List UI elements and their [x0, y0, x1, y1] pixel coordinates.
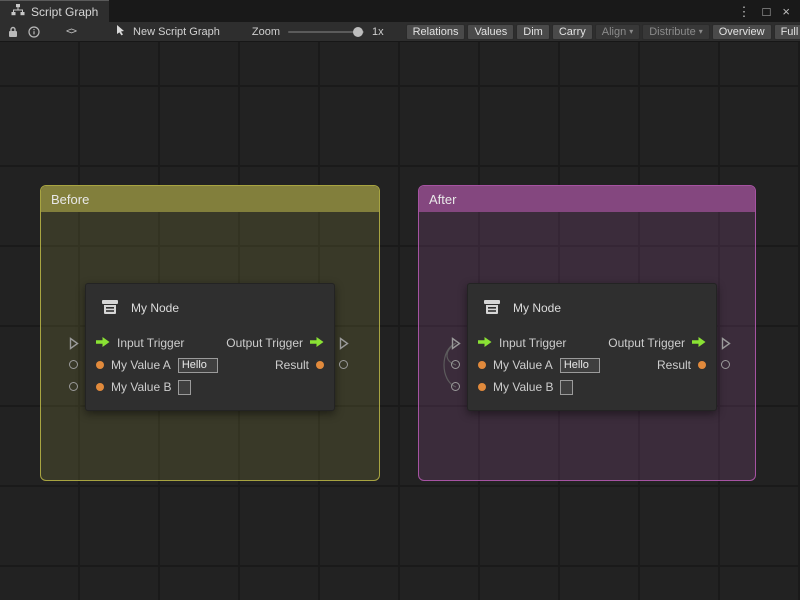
script-graph-window: Script Graph ⋮ □ × <> New Script Graph Z… [0, 0, 800, 600]
result-port-icon[interactable] [316, 361, 324, 369]
cursor-icon [115, 24, 127, 39]
info-icon[interactable] [23, 22, 45, 42]
group-before-header[interactable]: Before [41, 186, 379, 212]
kebab-menu-icon[interactable]: ⋮ [738, 5, 751, 18]
value-a-port-icon[interactable] [478, 361, 486, 369]
result-label: Result [657, 358, 691, 372]
tab-script-graph[interactable]: Script Graph [0, 0, 109, 22]
value-b-port-icon[interactable] [96, 383, 104, 391]
flow-out-port-icon[interactable] [310, 336, 324, 350]
lock-icon[interactable] [3, 22, 23, 42]
port-row-value-b: My Value B [468, 376, 716, 398]
result-label: Result [275, 358, 309, 372]
value-a-outer-port-icon[interactable] [69, 360, 78, 369]
port-row-value-b: My Value B [86, 376, 334, 398]
overview-button[interactable]: Overview [712, 24, 772, 40]
chevron-down-icon: ▾ [699, 28, 703, 36]
values-button[interactable]: Values [467, 24, 514, 40]
flow-out-outer-port-icon[interactable] [339, 337, 349, 355]
value-b-outer-port-icon[interactable] [451, 382, 460, 391]
value-a-input[interactable] [178, 358, 218, 373]
result-outer-port-icon[interactable] [721, 360, 730, 369]
value-a-input[interactable] [560, 358, 600, 373]
flow-out-port-icon[interactable] [692, 336, 706, 350]
value-b-outer-port-icon[interactable] [69, 382, 78, 391]
distribute-button: Distribute ▾ [642, 24, 709, 40]
zoom-slider-knob[interactable] [353, 27, 363, 37]
zoom-slider[interactable] [288, 31, 364, 33]
flow-in-outer-port-icon[interactable] [451, 337, 461, 355]
value-a-label: My Value A [111, 358, 171, 372]
maximize-icon[interactable]: □ [763, 5, 771, 18]
node-header[interactable]: My Node [86, 284, 334, 332]
output-trigger-label: Output Trigger [226, 336, 303, 350]
window-controls: ⋮ □ × [738, 0, 800, 22]
value-b-port-icon[interactable] [478, 383, 486, 391]
graph-toolbar: <> New Script Graph Zoom 1x Relations Va… [0, 22, 800, 42]
dim-button[interactable]: Dim [516, 24, 550, 40]
node-my-node-before[interactable]: My Node Input Trigger Output Trigger My … [85, 283, 335, 411]
node-title: My Node [513, 301, 561, 315]
close-icon[interactable]: × [782, 5, 790, 18]
zoom-value: 1x [372, 26, 384, 38]
flow-in-outer-port-icon[interactable] [69, 337, 79, 355]
value-a-outer-port-icon[interactable] [451, 360, 460, 369]
group-title: After [429, 192, 456, 207]
graph-name-label: New Script Graph [133, 26, 220, 38]
value-b-label: My Value B [111, 380, 171, 394]
zoom-label: Zoom [252, 26, 280, 38]
group-after-header[interactable]: After [419, 186, 755, 212]
unit-icon [99, 296, 121, 321]
tab-title: Script Graph [31, 5, 98, 19]
port-row-trigger: Input Trigger Output Trigger [468, 332, 716, 354]
value-b-label: My Value B [493, 380, 553, 394]
relations-button[interactable]: Relations [406, 24, 466, 40]
value-a-label: My Value A [493, 358, 553, 372]
result-outer-port-icon[interactable] [339, 360, 348, 369]
flow-in-port-icon[interactable] [478, 336, 492, 350]
node-my-node-after[interactable]: My Node Input Trigger Output Trigger My … [467, 283, 717, 411]
result-port-icon[interactable] [698, 361, 706, 369]
fullscreen-button[interactable]: Full Screen [774, 24, 800, 40]
group-title: Before [51, 192, 89, 207]
node-header[interactable]: My Node [468, 284, 716, 332]
input-trigger-label: Input Trigger [117, 336, 184, 350]
code-view-icon[interactable]: <> [61, 22, 81, 42]
input-trigger-label: Input Trigger [499, 336, 566, 350]
node-title: My Node [131, 301, 179, 315]
graph-tab-icon [11, 4, 25, 19]
chevron-down-icon: ▾ [629, 28, 633, 36]
graph-name[interactable]: New Script Graph [115, 24, 220, 39]
port-row-value-a: My Value A Result [86, 354, 334, 376]
carry-button[interactable]: Carry [552, 24, 593, 40]
value-a-port-icon[interactable] [96, 361, 104, 369]
zoom-control: Zoom 1x [252, 26, 384, 38]
flow-in-port-icon[interactable] [96, 336, 110, 350]
port-row-trigger: Input Trigger Output Trigger [86, 332, 334, 354]
unit-icon [481, 296, 503, 321]
value-b-input[interactable] [178, 380, 191, 395]
output-trigger-label: Output Trigger [608, 336, 685, 350]
tab-bar: Script Graph ⋮ □ × [0, 0, 800, 22]
port-row-value-a: My Value A Result [468, 354, 716, 376]
toolbar-buttons: Relations Values Dim Carry Align ▾ Distr… [406, 24, 800, 40]
flow-out-outer-port-icon[interactable] [721, 337, 731, 355]
align-button: Align ▾ [595, 24, 640, 40]
value-b-input[interactable] [560, 380, 573, 395]
